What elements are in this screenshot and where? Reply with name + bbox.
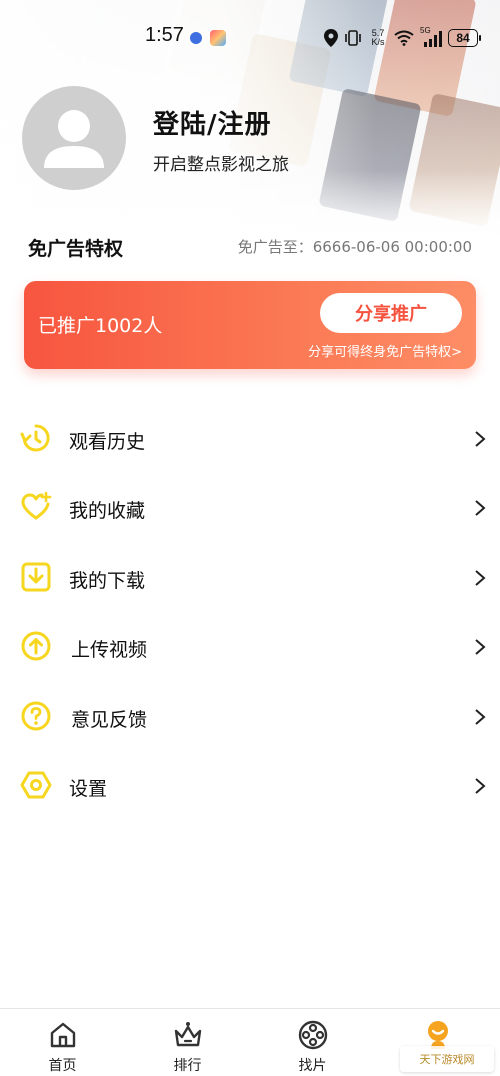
app-notification-icon xyxy=(190,32,202,44)
network-type: 5G xyxy=(420,26,431,35)
menu-item-label: 观看历史 xyxy=(69,431,146,453)
wifi-icon xyxy=(394,30,414,46)
menu-item-feedback[interactable]: 意见反馈 xyxy=(0,684,500,753)
menu-item-upload[interactable]: 上传视频 xyxy=(0,614,500,683)
vibrate-icon xyxy=(345,30,361,46)
question-icon xyxy=(21,701,51,731)
ranking-crown-icon xyxy=(174,1022,201,1047)
menu-item-settings[interactable]: 设置 xyxy=(0,753,500,822)
download-icon xyxy=(21,562,51,592)
battery-indicator: 84 xyxy=(448,29,481,47)
chevron-right-icon xyxy=(475,431,486,447)
menu-list: 观看历史 我的收藏 我的下载 上传视频 意见反馈 设置 xyxy=(0,406,500,822)
nav-tab-find[interactable]: 找片 xyxy=(250,1009,375,1076)
location-icon xyxy=(324,29,338,47)
nav-label: 排行 xyxy=(173,1058,202,1074)
network-speed: 5.7 K/s xyxy=(368,29,388,47)
menu-item-favorites[interactable]: 我的收藏 xyxy=(0,475,500,544)
ad-free-title: 免广告特权 xyxy=(28,238,124,260)
settings-hexagon-icon xyxy=(20,771,52,799)
menu-item-downloads[interactable]: 我的下载 xyxy=(0,545,500,614)
status-indicators: 5.7 K/s 5G 84 xyxy=(324,26,481,50)
upload-icon xyxy=(21,631,51,661)
chevron-right-icon xyxy=(475,570,486,586)
chevron-right-icon xyxy=(475,778,486,794)
profile-subtitle: 开启整点影视之旅 xyxy=(153,155,289,175)
login-register-link[interactable]: 登陆/注册 xyxy=(153,104,272,141)
promo-hint-link[interactable]: 分享可得终身免广告特权> xyxy=(308,341,462,360)
promo-card: 已推广1002人 分享推广 分享可得终身免广告特权> xyxy=(24,281,476,369)
nav-tab-home[interactable]: 首页 xyxy=(0,1009,125,1076)
menu-item-label: 设置 xyxy=(69,777,108,800)
menu-item-history[interactable]: 观看历史 xyxy=(0,406,500,475)
film-reel-icon xyxy=(298,1020,327,1050)
avatar[interactable] xyxy=(22,86,126,190)
chevron-right-icon xyxy=(475,639,486,655)
watermark-logo: 天下游戏网 xyxy=(400,1046,494,1072)
chevron-right-icon xyxy=(475,708,486,725)
menu-item-label: 我的下载 xyxy=(69,569,146,592)
speed-unit: K/s xyxy=(371,37,385,47)
ad-free-expiry: 免广告至：6666-06-06 00:00:00 xyxy=(237,238,472,256)
promo-count: 已推广1002人 xyxy=(38,315,163,337)
menu-item-label: 意见反馈 xyxy=(71,708,148,731)
share-promote-button[interactable]: 分享推广 xyxy=(320,293,462,333)
favorite-heart-icon xyxy=(21,492,52,520)
home-icon xyxy=(50,1022,75,1048)
nav-label: 首页 xyxy=(48,1058,77,1074)
nav-tab-ranking[interactable]: 排行 xyxy=(125,1009,250,1076)
menu-item-label: 我的收藏 xyxy=(69,500,146,523)
chevron-right-icon xyxy=(475,500,486,517)
status-bar: 1:57 5.7 K/s 5G 84 xyxy=(0,20,500,54)
history-icon xyxy=(20,424,50,452)
status-time: 1:57 xyxy=(145,24,184,46)
default-user-icon xyxy=(44,110,104,168)
app-notification-icon xyxy=(210,30,226,46)
menu-item-label: 上传视频 xyxy=(71,639,148,662)
nav-label: 找片 xyxy=(298,1058,327,1074)
cellular-signal: 5G xyxy=(420,26,442,48)
